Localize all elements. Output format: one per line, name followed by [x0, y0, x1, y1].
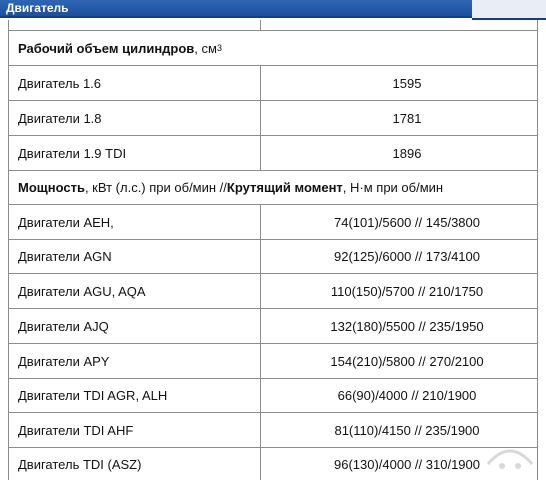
engine-name: Двигатель TDI (ASZ) [9, 448, 261, 480]
table-row: Двигатель 1.6 1595 [9, 66, 537, 101]
power-section-header: Мощность, кВт (л.с.) при об/мин // Крутя… [9, 171, 537, 205]
title-bar-edge [472, 0, 546, 20]
table-row: Двигатели 1.8 1781 [9, 101, 537, 136]
power-header-text2: , Н·м при об/мин [342, 180, 444, 195]
engine-value: 92(125)/6000 // 173/4100 [333, 249, 480, 264]
table-top-stub-row [9, 20, 537, 31]
table-row: Двигатели TDI AHF 81(110)/4150 // 235/19… [9, 413, 537, 448]
engine-name: Двигатели AEH, [9, 205, 261, 239]
engine-value: 1781 [392, 110, 422, 126]
engine-value: 132(180)/5500 // 235/1950 [330, 318, 484, 334]
table-row: Двигатели AGU, AQA 110(150)/5700 // 210/… [9, 274, 537, 309]
engine-name: Двигатели APY [9, 344, 261, 378]
power-header-bold2: Крутящий момент [226, 180, 343, 195]
window-title: Двигатель [6, 1, 69, 15]
engine-value: 1896 [392, 145, 422, 161]
watermark-logo-icon [486, 449, 534, 469]
table-row: Двигатели TDI AGR, ALH 66(90)/4000 // 21… [9, 379, 537, 413]
table-row: Двигатели AGN 92(125)/6000 // 173/4100 [9, 240, 537, 274]
table-row: Двигатели 1.9 TDI 1896 [9, 136, 537, 171]
engine-name: Двигатели 1.9 TDI [9, 136, 261, 170]
engine-name: Двигатели AJQ [9, 309, 261, 343]
volume-header-sup: 3 [216, 43, 222, 53]
engine-value: 66(90)/4000 // 210/1900 [337, 388, 477, 403]
engine-name: Двигатель 1.6 [9, 66, 261, 100]
engine-value: 110(150)/5700 // 210/1750 [330, 283, 484, 299]
specs-table: Рабочий объем цилиндров, см 3 Двигатель 1… [8, 20, 538, 480]
volume-header-unit: , см [194, 40, 217, 56]
engine-value: 154(210)/5800 // 270/2100 [330, 353, 484, 369]
table-row: Двигатели AEH, 74(101)/5600 // 145/3800 [9, 205, 537, 240]
volume-section-header: Рабочий объем цилиндров, см 3 [9, 31, 537, 66]
volume-header-bold: Рабочий объем цилиндров [18, 40, 195, 56]
table-row: Двигатели AJQ 132(180)/5500 // 235/1950 [9, 309, 537, 344]
table-top-stub-cell [9, 20, 261, 30]
engine-name: Двигатели TDI AGR, ALH [9, 379, 261, 412]
engine-value: 1595 [392, 75, 422, 91]
engine-name: Двигатели TDI AHF [9, 413, 261, 447]
engine-name: Двигатели AGU, AQA [9, 274, 261, 308]
power-header-bold1: Мощность [18, 180, 85, 195]
engine-name: Двигатели 1.8 [9, 101, 261, 135]
power-header-text1: , кВт (л.с.) при об/мин // [84, 180, 227, 195]
engine-name: Двигатели AGN [9, 240, 261, 273]
engine-value: 74(101)/5600 // 145/3800 [333, 214, 480, 230]
table-row: Двигатель TDI (ASZ) 96(130)/4000 // 310/… [9, 448, 537, 480]
table-row: Двигатели APY 154(210)/5800 // 270/2100 [9, 344, 537, 379]
window-title-bar: Двигатель [0, 0, 472, 18]
